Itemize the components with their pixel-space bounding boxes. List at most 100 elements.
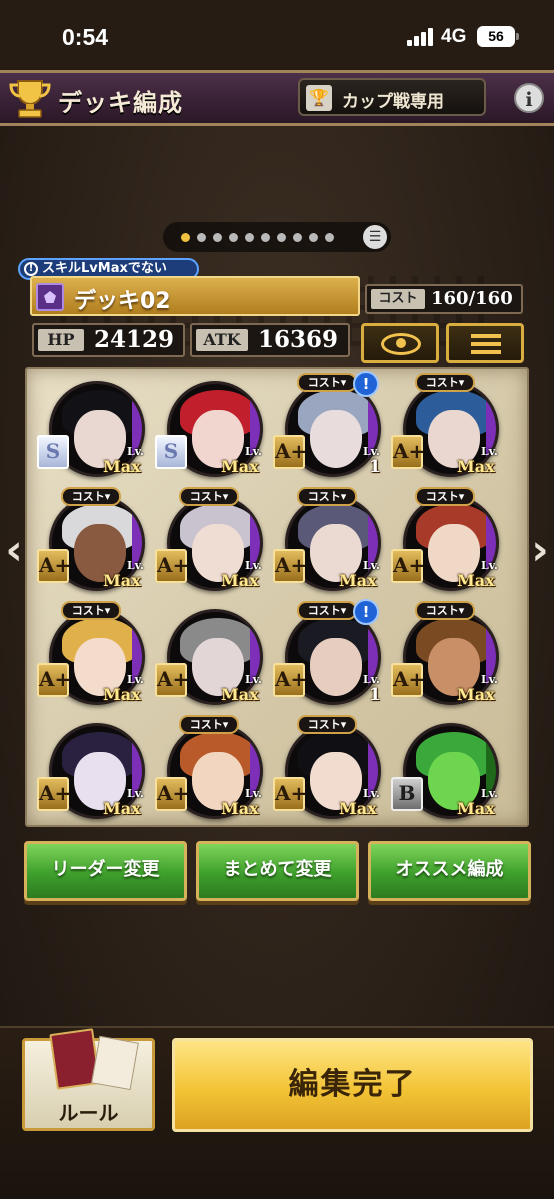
trophy-icon — [9, 80, 51, 118]
network-type: 4G — [441, 26, 467, 47]
deck-card[interactable]: コスト▾! A+ Lv. 1 — [271, 599, 389, 711]
status-bar: 0:54 4G 56 — [0, 0, 554, 70]
cup-only-badge: 🏆 カップ戦専用 — [298, 78, 486, 116]
page-title: デッキ編成 — [58, 89, 183, 117]
deck-page-indicator[interactable]: ☰ — [163, 222, 391, 252]
deck-list-icon[interactable]: ☰ — [363, 225, 387, 249]
deck-name-bar[interactable]: デッキ02 — [30, 276, 360, 316]
rarity-badge: A+ — [391, 663, 425, 697]
deck-card[interactable]: S Lv. Max — [153, 371, 271, 483]
level-value: Max — [457, 457, 495, 476]
page-dot[interactable] — [181, 233, 190, 242]
cost-tag: コスト▾ — [297, 601, 357, 620]
deck-card[interactable]: コスト▾! A+ Lv. 1 — [271, 371, 389, 483]
cost-tag: コスト▾ — [297, 715, 357, 734]
page-dot[interactable] — [309, 233, 318, 242]
hp-label: HP — [38, 329, 84, 351]
rarity-badge: A+ — [155, 777, 189, 811]
hp-value: 24129 — [94, 326, 175, 353]
deck-cost: コスト 160/160 — [365, 284, 523, 314]
deck-card[interactable]: コスト▾ A+ Lv. Max — [153, 485, 271, 597]
deck-name: デッキ02 — [74, 289, 171, 314]
atk-value: 16369 — [258, 326, 339, 353]
level-value: Max — [457, 685, 495, 704]
recommended-button[interactable]: オススメ編成 — [368, 841, 531, 901]
menu-icon — [471, 334, 501, 354]
preview-button[interactable] — [361, 323, 439, 363]
page-dot[interactable] — [197, 233, 206, 242]
atk-label: ATK — [196, 329, 248, 351]
cost-tag: コスト▾ — [415, 487, 475, 506]
deck-card[interactable]: B Lv. Max — [389, 713, 507, 825]
rarity-badge: A+ — [155, 663, 189, 697]
cost-tag: コスト▾ — [297, 487, 357, 506]
eye-icon — [381, 333, 421, 355]
cost-tag: コスト▾ — [179, 487, 239, 506]
level-value: 1 — [369, 457, 381, 477]
level-value: Max — [221, 799, 259, 818]
page-dot[interactable] — [261, 233, 270, 242]
page-dot[interactable] — [277, 233, 286, 242]
prev-deck-arrow[interactable]: ‹ — [0, 524, 28, 576]
rarity-badge: A+ — [273, 663, 307, 697]
deck-card[interactable]: コスト▾ A+ Lv. Max — [35, 599, 153, 711]
cost-tag: コスト▾ — [415, 601, 475, 620]
rules-button[interactable]: ルール — [22, 1028, 155, 1131]
status-time: 0:54 — [62, 24, 109, 50]
deck-card[interactable]: コスト▾ A+ Lv. Max — [153, 713, 271, 825]
level-value: Max — [103, 799, 141, 818]
cup-only-label: カップ戦専用 — [342, 92, 444, 112]
deck-emblem-icon — [36, 283, 64, 311]
level-value: Max — [457, 571, 495, 590]
level-value: Max — [103, 685, 141, 704]
level-value: Max — [221, 571, 259, 590]
leader-change-button[interactable]: リーダー変更 — [24, 841, 187, 901]
rarity-badge: S — [155, 435, 187, 469]
page-dot[interactable] — [293, 233, 302, 242]
deck-card[interactable]: コスト▾ A+ Lv. Max — [35, 485, 153, 597]
rarity-badge: A+ — [37, 549, 71, 583]
cost-tag: コスト▾ — [61, 601, 121, 620]
rarity-badge: A+ — [273, 435, 307, 469]
complete-button[interactable]: 編集完了 — [172, 1038, 533, 1132]
page-dot[interactable] — [245, 233, 254, 242]
alert-icon: ! — [353, 371, 379, 397]
menu-button[interactable] — [446, 323, 524, 363]
rules-label: ルール — [58, 1101, 119, 1125]
deck-card[interactable]: A+ Lv. Max — [35, 713, 153, 825]
level-value: Max — [103, 571, 141, 590]
battery-icon: 56 — [477, 26, 519, 47]
rarity-badge: S — [37, 435, 69, 469]
info-icon[interactable]: i — [514, 83, 544, 113]
atk-stat: ATK 16369 — [190, 323, 350, 357]
deck-card[interactable]: コスト▾ A+ Lv. Max — [271, 713, 389, 825]
deck-card-grid: S Lv. Max S Lv. Max コスト▾! A+ Lv. 1 コスト▾ A+ Lv. Max コスト… — [25, 367, 529, 827]
page-dot[interactable] — [213, 233, 222, 242]
deck-card[interactable]: コスト▾ A+ Lv. Max — [389, 599, 507, 711]
deck-card[interactable]: S Lv. Max — [35, 371, 153, 483]
rarity-badge: A+ — [155, 549, 189, 583]
level-value: Max — [221, 457, 259, 476]
rarity-badge: A+ — [37, 663, 71, 697]
hp-stat: HP 24129 — [32, 323, 185, 357]
deck-card[interactable]: コスト▾ A+ Lv. Max — [271, 485, 389, 597]
rarity-badge: A+ — [37, 777, 71, 811]
deck-card[interactable]: A+ Lv. Max — [153, 599, 271, 711]
rarity-badge: A+ — [391, 549, 425, 583]
page-dot[interactable] — [325, 233, 334, 242]
bulk-change-button[interactable]: まとめて変更 — [196, 841, 359, 901]
rule-paper-icon — [91, 1035, 139, 1091]
warning-icon: ! — [24, 262, 38, 276]
alert-icon: ! — [353, 599, 379, 625]
deck-card[interactable]: コスト▾ A+ Lv. Max — [389, 371, 507, 483]
next-deck-arrow[interactable]: › — [526, 524, 554, 576]
page-dot[interactable] — [229, 233, 238, 242]
deck-card[interactable]: コスト▾ A+ Lv. Max — [389, 485, 507, 597]
cup-icon: 🏆 — [306, 85, 332, 111]
portrait-face — [310, 638, 362, 696]
header-bar: デッキ編成 🏆 カップ戦専用 i — [0, 70, 554, 126]
level-value: Max — [221, 685, 259, 704]
cost-label: コスト — [371, 289, 425, 309]
portrait-face — [310, 410, 362, 468]
level-value: Max — [457, 799, 495, 818]
